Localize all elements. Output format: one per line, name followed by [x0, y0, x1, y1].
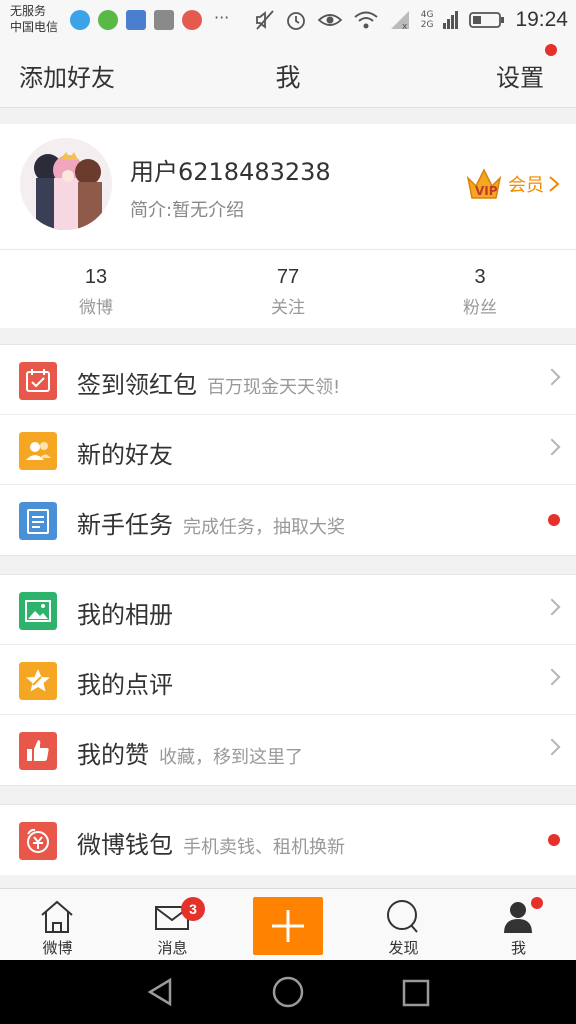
svg-text:VIP: VIP — [475, 184, 498, 198]
checkin-title: 签到领红包 — [77, 371, 197, 399]
task-list-icon — [19, 502, 57, 540]
stat-followers[interactable]: 3 粉丝 — [384, 250, 576, 328]
vip-crown-icon: VIP — [466, 168, 502, 199]
clock: 19:24 — [515, 8, 568, 31]
menu-group-1: 签到领红包 百万现金天天领! 新的好友 新手任务 完成任务，抽取大奖 — [0, 344, 576, 556]
bottom-tab-bar: 微博 3 消息 发现 我 — [0, 888, 576, 960]
vip-label: 会员 — [508, 175, 544, 196]
likes-title: 我的赞 — [77, 741, 149, 769]
new-friends-title: 新的好友 — [77, 441, 173, 469]
menu-item-album[interactable]: 我的相册 — [0, 575, 576, 645]
app-notification-icon — [182, 10, 202, 30]
chevron-right-icon — [543, 668, 561, 686]
chevron-right-icon — [549, 176, 560, 192]
menu-item-newbie-tasks[interactable]: 新手任务 完成任务，抽取大奖 — [0, 485, 576, 555]
signal-icon: x — [390, 11, 409, 31]
plus-icon — [272, 910, 304, 942]
profile-card[interactable]: 用户6218483238 简介:暂无介绍 VIP 会员 — [0, 124, 576, 250]
notification-dot — [548, 514, 560, 526]
carrier-line-2: 中国电信 — [10, 20, 59, 34]
svg-text:x: x — [402, 22, 408, 31]
stat-weibo-label: 微博 — [79, 298, 113, 318]
stat-following[interactable]: 77 关注 — [192, 250, 384, 328]
vip-member-button[interactable]: VIP 会员 — [464, 164, 560, 204]
menu-item-checkin[interactable]: 签到领红包 百万现金天天领! — [0, 345, 576, 415]
home-icon — [41, 900, 73, 933]
tab-discover[interactable]: 发现 — [346, 889, 461, 961]
cell-signal-icon — [443, 11, 459, 29]
calendar-check-icon — [19, 362, 57, 400]
compose-button[interactable] — [253, 897, 323, 955]
carrier-info: 无服务 中国电信 — [10, 3, 58, 35]
network-type: 4G 2G — [420, 10, 434, 30]
notification-dot — [548, 834, 560, 846]
menu-item-new-friends[interactable]: 新的好友 — [0, 415, 576, 485]
eye-icon — [317, 14, 343, 26]
top-navigation-bar: 添加好友 我 设置 — [0, 40, 576, 108]
reviews-title: 我的点评 — [77, 671, 173, 699]
tab-home[interactable]: 微博 — [0, 889, 115, 961]
chevron-right-icon — [543, 368, 561, 386]
back-icon[interactable] — [144, 976, 176, 1008]
newbie-tasks-subtitle: 完成任务，抽取大奖 — [183, 517, 345, 538]
thumbs-up-icon — [19, 732, 57, 770]
wallet-icon — [19, 822, 57, 860]
stat-following-label: 关注 — [271, 298, 305, 318]
chevron-right-icon — [543, 438, 561, 456]
mute-icon — [255, 10, 274, 30]
checkin-subtitle: 百万现金天天领! — [207, 377, 341, 398]
menu-group-3: 微博钱包 手机卖钱、租机换新 — [0, 804, 576, 875]
stat-weibo-count: 13 — [84, 266, 108, 288]
system-navigation-bar — [0, 960, 576, 1024]
status-bar: 无服务 中国电信 ··· x 4G 2G 19:24 — [0, 0, 576, 40]
avatar[interactable] — [20, 138, 112, 230]
alarm-icon — [286, 12, 305, 30]
tab-messages-label: 消息 — [157, 939, 188, 957]
menu-item-wallet[interactable]: 微博钱包 手机卖钱、租机换新 — [0, 805, 576, 875]
tab-home-label: 微博 — [42, 939, 73, 957]
chevron-right-icon — [543, 598, 561, 616]
newbie-tasks-title: 新手任务 — [77, 511, 173, 539]
username: 用户6218483238 — [130, 158, 331, 186]
discover-search-icon — [387, 900, 418, 933]
add-friend-button[interactable]: 添加好友 — [19, 58, 115, 93]
recent-apps-icon[interactable] — [401, 978, 431, 1008]
star-review-icon — [19, 662, 57, 700]
home-circle-icon[interactable] — [271, 975, 305, 1009]
profile-stats: 13 微博 77 关注 3 粉丝 — [0, 250, 576, 328]
settings-button[interactable]: 设置 — [496, 58, 544, 93]
stat-followers-count: 3 — [474, 266, 486, 288]
photo-album-icon — [19, 592, 57, 630]
menu-item-likes[interactable]: 我的赞 收藏，移到这里了 — [0, 715, 576, 785]
album-title: 我的相册 — [77, 601, 173, 629]
menu-item-reviews[interactable]: 我的点评 — [0, 645, 576, 715]
tab-me[interactable]: 我 — [461, 889, 576, 961]
tab-discover-label: 发现 — [388, 939, 419, 957]
avatar-image — [20, 138, 112, 230]
app-notification-icon — [98, 10, 118, 30]
wallet-subtitle: 手机卖钱、租机换新 — [183, 837, 345, 858]
stat-followers-label: 粉丝 — [463, 298, 497, 318]
stat-weibo[interactable]: 13 微博 — [0, 250, 192, 328]
carrier-line-1: 无服务 — [10, 4, 47, 18]
menu-group-2: 我的相册 我的点评 我的赞 收藏，移到这里了 — [0, 574, 576, 786]
friends-icon — [19, 432, 57, 470]
likes-subtitle: 收藏，移到这里了 — [159, 747, 303, 768]
user-bio: 简介:暂无介绍 — [130, 200, 245, 221]
settings-notification-dot — [545, 44, 557, 56]
battery-icon — [469, 12, 505, 28]
app-notification-icon — [154, 10, 174, 30]
app-notification-icon — [70, 10, 90, 30]
wallet-title: 微博钱包 — [77, 831, 173, 859]
messages-badge: 3 — [181, 897, 205, 921]
me-notification-dot — [531, 897, 543, 909]
tab-me-label: 我 — [510, 939, 526, 957]
app-notification-icon — [126, 10, 146, 30]
stat-following-count: 77 — [276, 266, 300, 288]
more-notifications-icon: ··· — [214, 8, 230, 27]
tab-messages[interactable]: 3 消息 — [115, 889, 230, 961]
wifi-icon — [354, 11, 378, 29]
chevron-right-icon — [543, 738, 561, 756]
